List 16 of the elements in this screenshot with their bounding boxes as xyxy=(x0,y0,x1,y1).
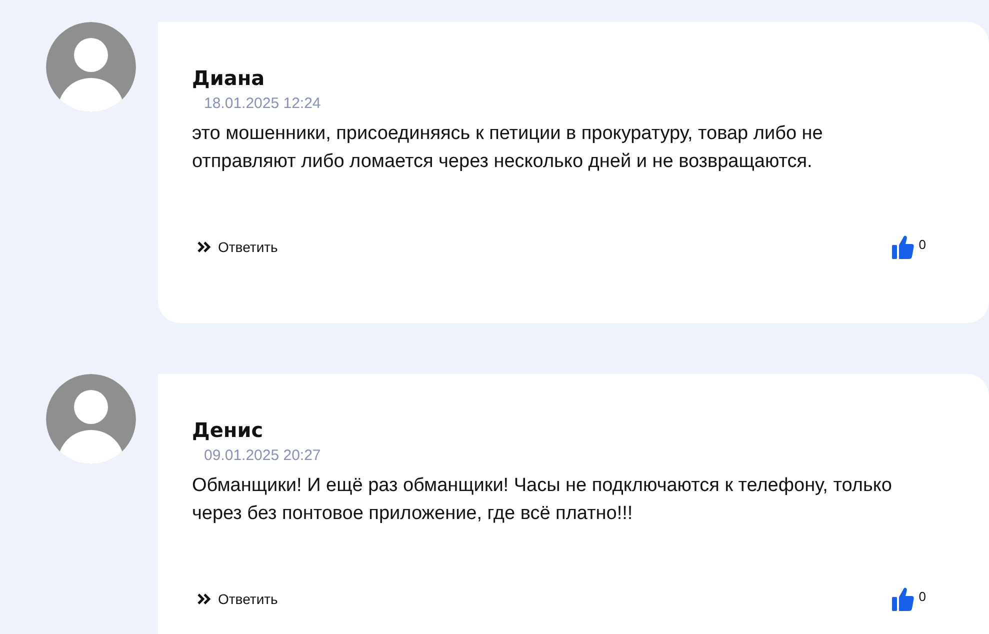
avatar-icon xyxy=(46,22,136,112)
like-count: 0 xyxy=(918,589,926,604)
author-name: Денис xyxy=(192,418,264,442)
comment-text: это мошенники, присоединяясь к петиции в прокуратуру, товар либо не отправляют либо ломается через несколько дней и не возвращаются. xyxy=(192,122,824,174)
avatar-icon xyxy=(46,374,136,464)
author-name: Диана xyxy=(192,66,265,90)
comment-text: Обманщики! И ещё раз обманщики! Часы не подключаются к телефону, только через без понтовое приложение, где всё платно!!! xyxy=(192,474,893,526)
thumbs-up-icon[interactable] xyxy=(892,235,914,259)
thumbs-up-icon[interactable] xyxy=(892,587,914,611)
reply-button[interactable]: Ответить xyxy=(192,591,278,607)
double-chevron-icon xyxy=(197,593,211,605)
comment-date: 18.01.2025 12:24 xyxy=(204,94,321,114)
like-count: 0 xyxy=(918,237,926,252)
reply-button[interactable]: Ответить xyxy=(192,239,278,255)
double-chevron-icon xyxy=(197,241,211,253)
comment-date: 09.01.2025 20:27 xyxy=(204,446,321,466)
